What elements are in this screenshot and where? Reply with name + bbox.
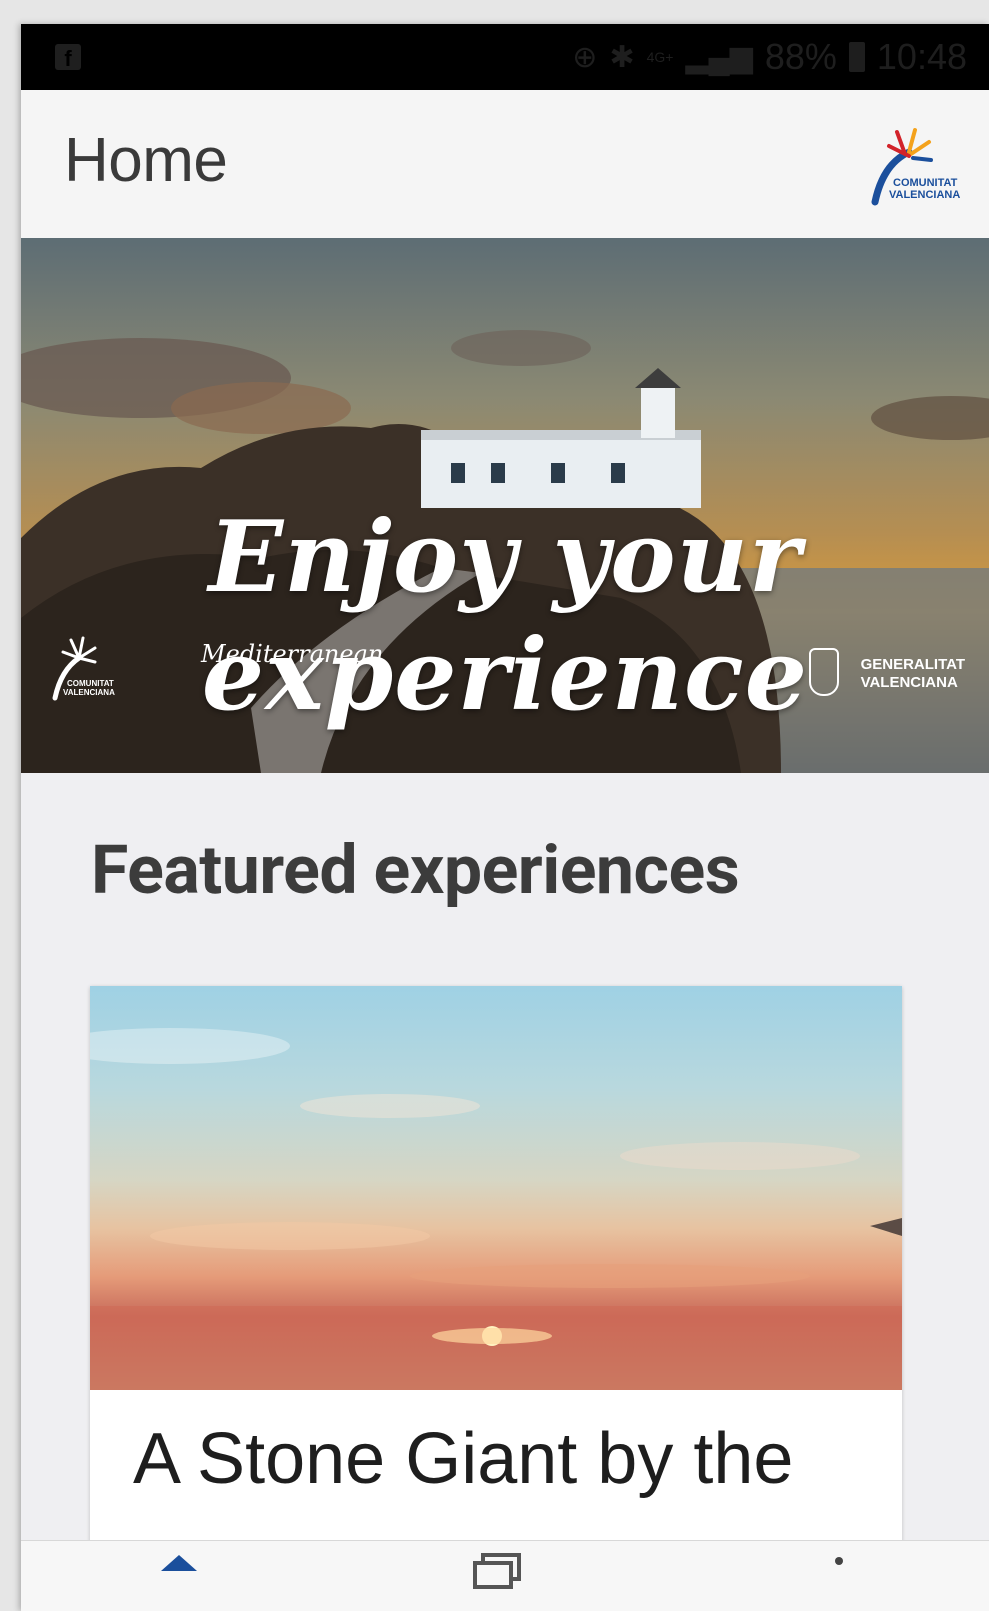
hero-comunitat-logo: COMUNITAT VALENCIANA	[52, 636, 115, 701]
comunitat-valenciana-logo[interactable]: COMUNITAT VALENCIANA	[865, 124, 969, 208]
more-icon	[835, 1557, 843, 1565]
status-indicators: ⊕ ✱ 4G+ ▂▄▆ 88% 10:48	[572, 36, 967, 78]
cards-icon	[473, 1553, 521, 1589]
experience-card[interactable]: A Stone Giant by the	[90, 986, 902, 1611]
nav-more[interactable]	[799, 1551, 879, 1611]
logo-text-2: VALENCIANA	[889, 189, 960, 201]
data-saver-icon: ⊕	[572, 40, 598, 74]
generalitat-logo-text: GENERALITAT VALENCIANA	[861, 656, 965, 692]
generalitat-line2: VALENCIANA	[860, 674, 958, 691]
network-type: 4G+	[646, 49, 674, 65]
app-bar: Home COMUNITAT VALENCIANA	[21, 90, 989, 239]
logo-text-1: COMUNITAT	[893, 177, 958, 189]
section-title-featured: Featured experiences	[91, 830, 740, 910]
facebook-notification-icon: f	[55, 44, 81, 71]
generalitat-line1: GENERALITAT	[860, 656, 965, 673]
clock: 10:48	[876, 36, 967, 77]
home-icon	[161, 1555, 197, 1571]
nav-experiences[interactable]	[453, 1551, 533, 1611]
bluetooth-icon: ✱	[609, 40, 635, 74]
sunset-photo	[90, 1028, 902, 1390]
battery-percent: 88%	[764, 36, 837, 77]
hero-tagline: Mediterranean	[201, 640, 384, 668]
bottom-navigation	[21, 1540, 989, 1611]
status-bar: f ⊕ ✱ 4G+ ▂▄▆ 88% 10:48	[21, 24, 989, 90]
hero-banner[interactable]: Enjoy your experience COMUNITAT VALENCIA…	[21, 238, 989, 773]
nav-home[interactable]	[139, 1551, 219, 1611]
hero-headline-line2: experience	[201, 618, 809, 733]
card-title: A Stone Giant by the	[133, 1419, 794, 1499]
page-title: Home	[64, 126, 228, 195]
hero-logo-text-1: COMUNITAT	[67, 679, 114, 688]
hero-headline-line1: Enjoy your	[208, 500, 802, 615]
hero-logo-text-2: VALENCIANA	[63, 688, 115, 697]
generalitat-crest-icon	[809, 648, 839, 696]
card-image-sunset	[90, 986, 902, 1390]
app-screen: f ⊕ ✱ 4G+ ▂▄▆ 88% 10:48 Home COMUNITAT V…	[21, 24, 989, 1611]
battery-icon	[848, 42, 865, 72]
signal-icon: ▂▄▆	[685, 40, 753, 74]
